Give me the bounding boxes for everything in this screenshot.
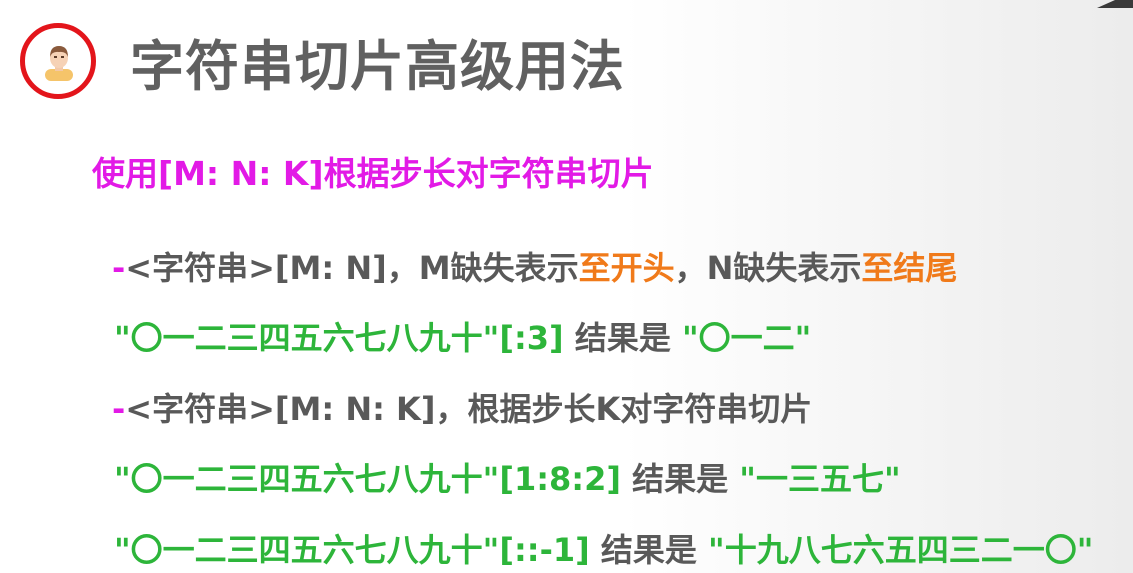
section-heading: 使用[M: N: K]根据步长对字符串切片: [92, 154, 654, 193]
rule-text: <字符串>[M: N: K]，根据步长K对字符串切片: [125, 390, 813, 428]
person-icon: [45, 46, 73, 81]
avatar: [20, 23, 96, 99]
example-line-1: "〇一二三四五六七八九十"[:3] 结果是 "〇一二": [114, 313, 811, 359]
example-code: "〇一二三四五六七八九十"[:3]: [114, 319, 564, 357]
bullet: -: [112, 249, 126, 287]
step-rule-line: -<字符串>[M: N: K]，根据步长K对字符串切片: [112, 384, 812, 430]
result-label: 结果是: [563, 319, 682, 357]
highlight-end: 至结尾: [861, 249, 958, 287]
highlight-start: 至开头: [578, 249, 675, 287]
page-title: 字符串切片高级用法: [130, 35, 625, 98]
rule-text-2: ，N缺失表示: [674, 249, 862, 287]
example-line-2: "〇一二三四五六七八九十"[1:8:2] 结果是 "一三五七": [114, 454, 901, 500]
example-result: "十九八七六五四三二一〇": [708, 531, 1094, 569]
bullet: -: [112, 390, 126, 428]
example-result: "〇一二": [681, 319, 812, 357]
slice-rule-line: -<字符串>[M: N]，M缺失表示至开头，N缺失表示至结尾: [112, 243, 957, 289]
example-code: "〇一二三四五六七八九十"[::-1]: [114, 531, 590, 569]
rule-text: <字符串>[M: N]，M缺失表示: [125, 249, 579, 287]
example-result: "一三五七": [739, 460, 901, 498]
slide: 字符串切片高级用法 使用[M: N: K]根据步长对字符串切片 -<字符串>[M…: [0, 0, 1133, 573]
example-code: "〇一二三四五六七八九十"[1:8:2]: [114, 460, 621, 498]
example-line-3: "〇一二三四五六七八九十"[::-1] 结果是 "十九八七六五四三二一〇": [114, 525, 1093, 571]
corner-decoration-icon: [1097, 0, 1133, 8]
result-label: 结果是: [589, 531, 709, 569]
result-label: 结果是: [621, 460, 740, 498]
